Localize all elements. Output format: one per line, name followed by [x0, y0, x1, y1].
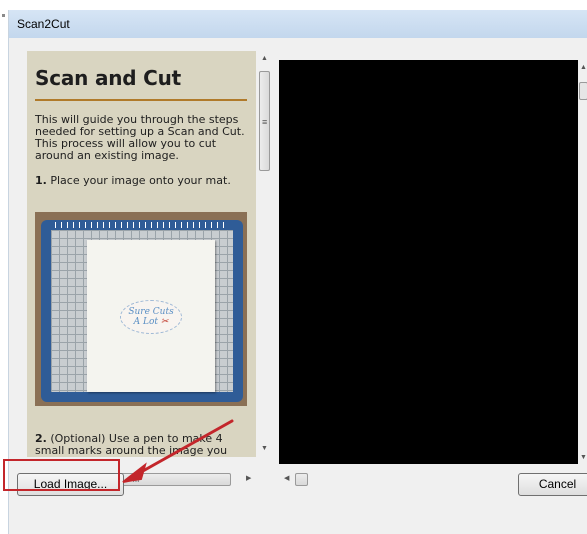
instructions-heading: Scan and Cut [35, 66, 182, 90]
top-edge [0, 0, 587, 8]
step-1-text: 1. Place your image onto your mat. [35, 175, 253, 187]
scroll-down-arrow-icon[interactable]: ▼ [261, 445, 268, 453]
cancel-button[interactable]: Cancel [518, 473, 587, 496]
step-2-text: 2. (Optional) Use a pen to make 4 small … [35, 432, 253, 458]
scrollbar-thumb[interactable] [579, 82, 587, 100]
scroll-up-arrow-icon[interactable]: ▲ [261, 55, 268, 63]
scroll-left-arrow-icon[interactable]: ◀ [284, 475, 289, 483]
scan2cut-window: Scan2Cut Scan and Cut This will guide yo… [8, 10, 587, 534]
window-title: Scan2Cut [17, 17, 70, 31]
step-1-number: 1. [35, 174, 47, 187]
grip-icon: ≡ [262, 117, 268, 127]
paper-sheet: Sure Cuts A Lot ✂ [87, 240, 215, 392]
scroll-right-arrow-icon[interactable]: ▶ [246, 475, 251, 483]
scroll-down-arrow-icon[interactable]: ▼ [580, 454, 587, 462]
scissors-icon: ✂ [157, 317, 169, 327]
scroll-up-arrow-icon[interactable]: ▲ [580, 64, 587, 72]
instructions-panel: Scan and Cut This will guide you through… [27, 51, 256, 457]
logo-line-1: Sure Cuts [128, 307, 174, 317]
title-bar[interactable]: Scan2Cut [9, 10, 587, 38]
grip-icon: III [132, 475, 140, 484]
image-canvas[interactable] [279, 60, 578, 464]
load-image-highlight [3, 459, 120, 491]
heading-divider [35, 99, 247, 101]
instructions-vertical-scrollbar[interactable]: ▲ ≡ ▼ [256, 51, 273, 457]
horizontal-scrollbar-thumb[interactable] [295, 473, 308, 486]
intro-text: This will guide you through the steps ne… [35, 113, 245, 162]
cutting-mat: Sure Cuts A Lot ✂ [41, 220, 243, 402]
edge-mark [2, 14, 5, 17]
mat-ruler [55, 222, 229, 228]
sure-cuts-a-lot-logo: Sure Cuts A Lot ✂ [120, 300, 182, 334]
step-1-description: Place your image onto your mat. [46, 174, 231, 187]
mat-photo: Sure Cuts A Lot ✂ [35, 212, 247, 406]
logo-line-2: A Lot [133, 317, 158, 327]
canvas-vertical-scrollbar[interactable]: ▲ ▼ [578, 60, 587, 464]
scrollbar-thumb[interactable]: ≡ [259, 71, 270, 171]
left-edge [0, 8, 8, 534]
step-2-description: (Optional) Use a pen to make 4 small mar… [35, 432, 228, 458]
